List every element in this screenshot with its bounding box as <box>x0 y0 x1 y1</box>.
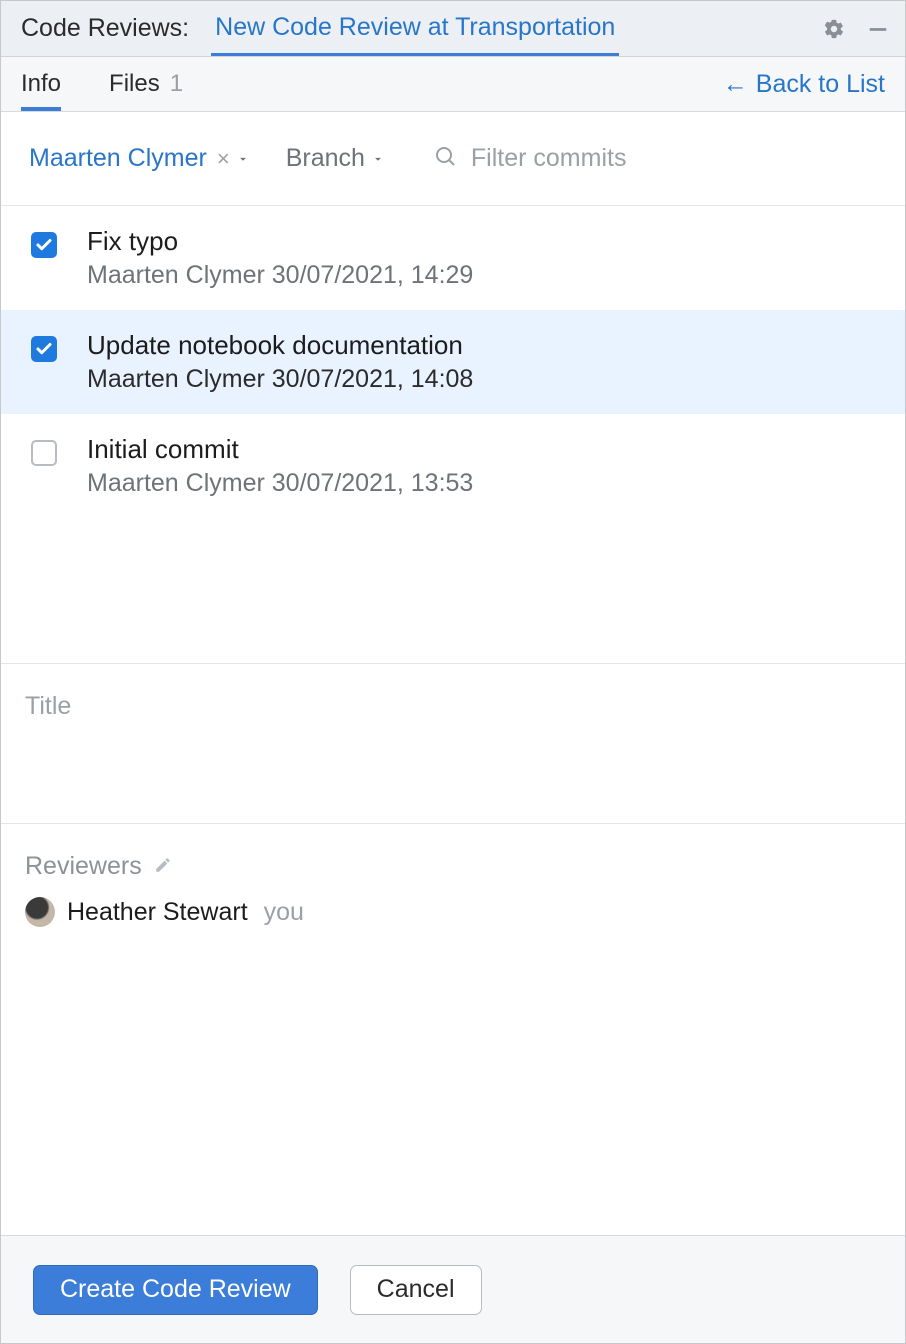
panel-header: Code Reviews: New Code Review at Transpo… <box>1 1 905 57</box>
filter-commits-search <box>433 144 831 173</box>
reviewers-section: Reviewers Heather Stewart you <box>1 824 905 1235</box>
filter-bar: Maarten Clymer × Branch <box>1 112 905 206</box>
pencil-icon[interactable] <box>154 852 172 881</box>
minimize-icon[interactable] <box>863 14 893 44</box>
back-to-list-label: Back to List <box>756 70 885 99</box>
create-code-review-button[interactable]: Create Code Review <box>33 1265 318 1315</box>
clear-author-icon[interactable]: × <box>217 146 230 172</box>
tab-files-label: Files <box>109 70 160 98</box>
commit-meta: Maarten Clymer 30/07/2021, 14:29 <box>87 261 473 290</box>
tab-files[interactable]: Files 1 <box>109 57 183 111</box>
arrow-left-icon: ← <box>723 70 748 99</box>
commit-checkbox[interactable] <box>31 336 57 362</box>
chevron-down-icon <box>371 144 385 173</box>
footer-bar: Create Code Review Cancel <box>1 1235 905 1343</box>
filter-commits-input[interactable] <box>471 144 831 173</box>
panel-header-title[interactable]: New Code Review at Transportation <box>211 1 619 56</box>
commit-title: Initial commit <box>87 434 473 465</box>
commit-title: Update notebook documentation <box>87 330 473 361</box>
create-code-review-label: Create Code Review <box>60 1275 291 1304</box>
commit-meta: Maarten Clymer 30/07/2021, 14:08 <box>87 365 473 394</box>
cancel-button[interactable]: Cancel <box>350 1265 482 1315</box>
reviewer-item: Heather Stewart you <box>25 897 881 927</box>
avatar <box>25 897 55 927</box>
search-icon <box>433 144 457 173</box>
author-filter[interactable]: Maarten Clymer × <box>29 144 250 173</box>
commit-row[interactable]: Initial commit Maarten Clymer 30/07/2021,… <box>1 414 905 518</box>
commit-checkbox[interactable] <box>31 232 57 258</box>
reviewer-name: Heather Stewart <box>67 898 248 927</box>
author-filter-label: Maarten Clymer <box>29 144 207 173</box>
commit-meta: Maarten Clymer 30/07/2021, 13:53 <box>87 469 473 498</box>
reviewers-label: Reviewers <box>25 852 142 881</box>
back-to-list-link[interactable]: ← Back to List <box>723 70 885 99</box>
branch-filter[interactable]: Branch <box>286 144 385 173</box>
tab-files-count: 1 <box>170 70 183 98</box>
tab-bar: Info Files 1 ← Back to List <box>1 57 905 112</box>
commit-row[interactable]: Update notebook documentation Maarten Cly… <box>1 310 905 414</box>
commit-list: Fix typo Maarten Clymer 30/07/2021, 14:29… <box>1 206 905 664</box>
gear-icon[interactable] <box>819 14 849 44</box>
title-section <box>1 664 905 824</box>
commit-row[interactable]: Fix typo Maarten Clymer 30/07/2021, 14:29 <box>1 206 905 310</box>
reviewer-you-suffix: you <box>264 898 304 927</box>
title-input[interactable] <box>25 692 881 721</box>
tab-info-label: Info <box>21 70 61 98</box>
cancel-label: Cancel <box>377 1275 455 1304</box>
panel-header-label: Code Reviews: <box>21 14 189 43</box>
chevron-down-icon <box>236 144 250 173</box>
commit-checkbox[interactable] <box>31 440 57 466</box>
tab-info[interactable]: Info <box>21 57 61 111</box>
branch-filter-label: Branch <box>286 144 365 173</box>
commit-title: Fix typo <box>87 226 473 257</box>
